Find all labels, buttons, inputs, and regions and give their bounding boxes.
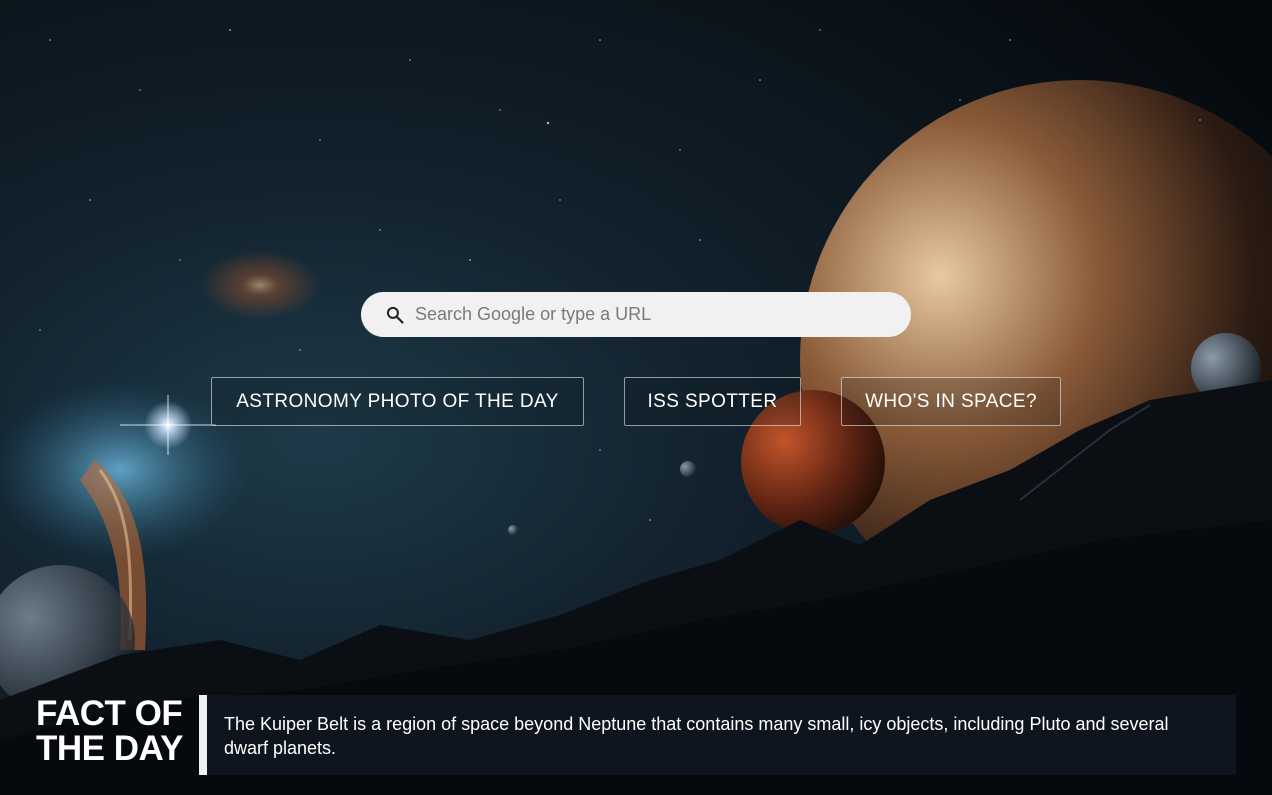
- search-bar[interactable]: [361, 292, 911, 337]
- fact-text: The Kuiper Belt is a region of space bey…: [224, 714, 1169, 758]
- fact-of-the-day-title: FACT OF THE DAY: [36, 696, 196, 766]
- search-input[interactable]: [415, 299, 875, 330]
- search-icon: [385, 305, 405, 325]
- astronomy-photo-button[interactable]: ASTRONOMY PHOTO OF THE DAY: [211, 377, 584, 426]
- fact-title-line2: THE DAY: [36, 729, 183, 768]
- whos-in-space-button[interactable]: WHO'S IN SPACE?: [841, 377, 1061, 426]
- fact-divider: [199, 695, 207, 775]
- fact-panel: The Kuiper Belt is a region of space bey…: [207, 695, 1236, 775]
- iss-spotter-button[interactable]: ISS SPOTTER: [624, 377, 801, 426]
- fact-title-line1: FACT OF: [36, 694, 183, 733]
